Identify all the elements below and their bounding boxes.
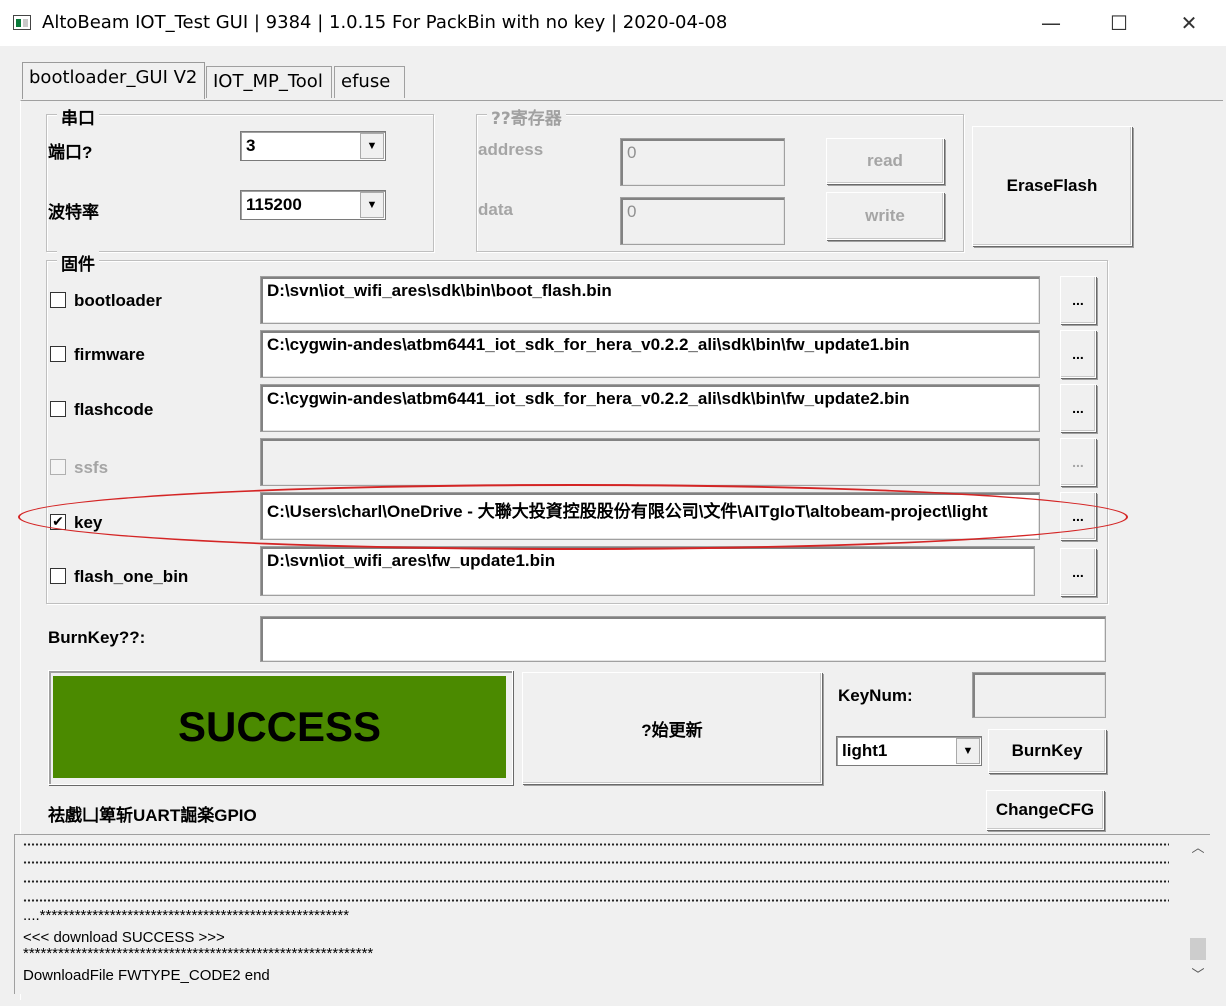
status-panel: SUCCESS (48, 670, 513, 785)
burnkey-field[interactable] (260, 616, 1106, 662)
flashcode-checkbox[interactable] (50, 401, 66, 417)
key-path-field[interactable]: C:\Users\charl\OneDrive - 大聯大投資控股股份有限公司\… (260, 492, 1040, 540)
firmware-path: C:\cygwin-andes\atbm6441_iot_sdk_for_her… (267, 335, 910, 354)
register-group-label: ??寄存器 (487, 104, 566, 129)
ssfs-checkbox (50, 459, 66, 475)
keynum-label: KeyNum: (838, 686, 913, 705)
scroll-down-icon[interactable]: ﹀ (1186, 962, 1210, 984)
window-title: AltoBeam IOT_Test GUI | 9384 | 1.0.15 Fo… (42, 12, 728, 33)
flashcode-path: C:\cygwin-andes\atbm6441_iot_sdk_for_her… (267, 389, 910, 408)
flash-one-bin-browse-button[interactable]: ... (1060, 548, 1096, 596)
tab-iot-mp-tool[interactable]: IOT_MP_Tool (206, 66, 332, 98)
baud-value: 115200 (246, 195, 302, 214)
port-value: 3 (246, 136, 256, 155)
read-button: read (826, 138, 944, 184)
scroll-up-icon[interactable]: ︿ (1186, 835, 1210, 857)
firmware-label: firmware (74, 345, 145, 364)
key-checkbox[interactable]: ✔ (50, 514, 66, 530)
key-browse-button[interactable]: ... (1060, 492, 1096, 540)
log-line-end: DownloadFile FWTYPE_CODE2 end (23, 967, 270, 984)
maximize-button[interactable]: ☐ (1084, 0, 1154, 46)
tab-efuse[interactable]: efuse (334, 66, 405, 98)
address-value: 0 (627, 143, 637, 162)
firmware-browse-button[interactable]: ... (1060, 330, 1096, 378)
key-label: key (74, 513, 103, 532)
baud-select[interactable]: 115200 ▼ (240, 190, 386, 220)
flashcode-label: flashcode (74, 400, 154, 419)
log-line-stars: ....************************************… (23, 907, 350, 924)
title-bar[interactable]: AltoBeam IOT_Test GUI | 9384 | 1.0.15 Fo… (0, 0, 1226, 46)
flash-one-bin-label: flash_one_bin (74, 567, 189, 586)
firmware-checkbox[interactable] (50, 346, 66, 362)
data-label: data (478, 200, 513, 219)
firmware-path-field[interactable]: C:\cygwin-andes\atbm6441_iot_sdk_for_her… (260, 330, 1040, 378)
log-line-stars2: ****************************************… (23, 945, 374, 962)
serial-group-label: 串口 (57, 104, 99, 129)
chevron-down-icon[interactable]: ▼ (360, 133, 384, 159)
port-label: 端口? (48, 143, 93, 162)
flashcode-path-field[interactable]: C:\cygwin-andes\atbm6441_iot_sdk_for_her… (260, 384, 1040, 432)
port-select[interactable]: 3 ▼ (240, 131, 386, 161)
flash-one-bin-path-field[interactable]: D:\svn\iot_wifi_ares\fw_update1.bin (260, 546, 1035, 596)
chevron-down-icon[interactable]: ▼ (956, 738, 980, 764)
minimize-button[interactable]: — (1016, 0, 1086, 46)
start-update-button[interactable]: ?始更新 (522, 672, 822, 784)
flash-one-bin-path: D:\svn\iot_wifi_ares\fw_update1.bin (267, 551, 556, 570)
bootloader-label: bootloader (74, 291, 162, 310)
address-label: address (478, 140, 544, 159)
firmware-group-label: 固件 (57, 250, 99, 275)
ssfs-path-field (260, 438, 1040, 486)
log-output[interactable]: ....************************************… (14, 834, 1210, 994)
hint-text: 祛戲凵箄斩UART誳楽GPIO (48, 806, 257, 825)
write-button: write (826, 192, 944, 240)
log-scrollbar[interactable]: ︿ ﹀ (1186, 835, 1210, 994)
address-field: 0 (620, 138, 785, 186)
changecfg-button[interactable]: ChangeCFG (986, 790, 1104, 830)
data-field: 0 (620, 197, 785, 245)
status-text: SUCCESS (53, 676, 506, 778)
flash-one-bin-checkbox[interactable] (50, 568, 66, 584)
chevron-down-icon[interactable]: ▼ (360, 192, 384, 218)
log-dots-line (23, 880, 1169, 883)
data-value: 0 (627, 202, 637, 221)
baud-label: 波特率 (48, 203, 99, 222)
log-dots-line (23, 843, 1169, 846)
ssfs-label: ssfs (74, 458, 109, 477)
key-profile-value: light1 (842, 741, 888, 760)
app-icon (13, 15, 31, 30)
burnkey-label: BurnKey??: (48, 628, 146, 647)
erase-flash-button[interactable]: EraseFlash (972, 126, 1132, 246)
key-profile-select[interactable]: light1 ▼ (836, 736, 982, 766)
close-button[interactable]: ✕ (1154, 0, 1224, 46)
keynum-field (972, 672, 1106, 718)
tab-bootloader-gui[interactable]: bootloader_GUI V2 (22, 62, 205, 99)
bootloader-browse-button[interactable]: ... (1060, 276, 1096, 324)
key-path: C:\Users\charl\OneDrive - 大聯大投資控股股份有限公司\… (267, 502, 988, 521)
log-line-success: <<< download SUCCESS >>> (23, 929, 225, 946)
burnkey-button[interactable]: BurnKey (988, 729, 1106, 773)
bootloader-path: D:\svn\iot_wifi_ares\sdk\bin\boot_flash.… (267, 281, 612, 300)
scrollbar-thumb[interactable] (1190, 938, 1206, 960)
flashcode-browse-button[interactable]: ... (1060, 384, 1096, 432)
bootloader-checkbox[interactable] (50, 292, 66, 308)
ssfs-browse-button: ... (1060, 438, 1096, 486)
log-dots-line (23, 861, 1169, 864)
log-dots-line (23, 899, 1169, 902)
bootloader-path-field[interactable]: D:\svn\iot_wifi_ares\sdk\bin\boot_flash.… (260, 276, 1040, 324)
